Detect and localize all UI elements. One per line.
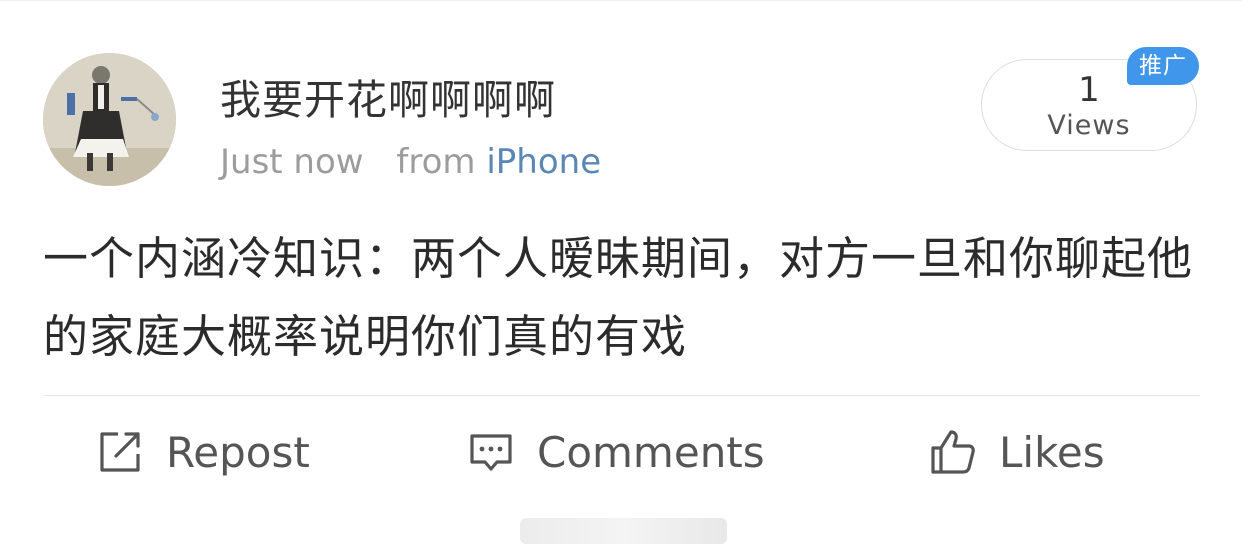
post-source[interactable]: iPhone	[486, 142, 601, 182]
likes-button[interactable]: Likes	[929, 422, 1105, 482]
comments-button[interactable]: Comments	[467, 422, 765, 482]
home-indicator	[520, 518, 727, 544]
views-label: Views	[1047, 110, 1131, 141]
edit-square-icon	[96, 428, 144, 476]
avatar-image	[43, 53, 176, 186]
repost-button[interactable]: Repost	[96, 422, 310, 482]
likes-label: Likes	[999, 427, 1105, 477]
repost-label: Repost	[166, 427, 310, 477]
thumbs-up-icon	[929, 428, 977, 476]
post-text: 一个内涵冷知识：两个人暧昧期间，对方一旦和你聊起他的家庭大概率说明你们真的有戏	[43, 232, 1194, 363]
comments-label: Comments	[537, 427, 765, 477]
post-meta: Just now from iPhone	[220, 142, 601, 182]
from-label: from	[396, 142, 476, 182]
post-time: Just now	[220, 142, 364, 182]
username[interactable]: 我要开花啊啊啊啊	[220, 66, 556, 126]
comment-bubble-icon	[467, 428, 515, 476]
promo-badge: 推广	[1127, 47, 1199, 85]
top-divider	[0, 0, 1242, 5]
actions-divider	[43, 395, 1200, 396]
avatar[interactable]	[43, 53, 176, 186]
